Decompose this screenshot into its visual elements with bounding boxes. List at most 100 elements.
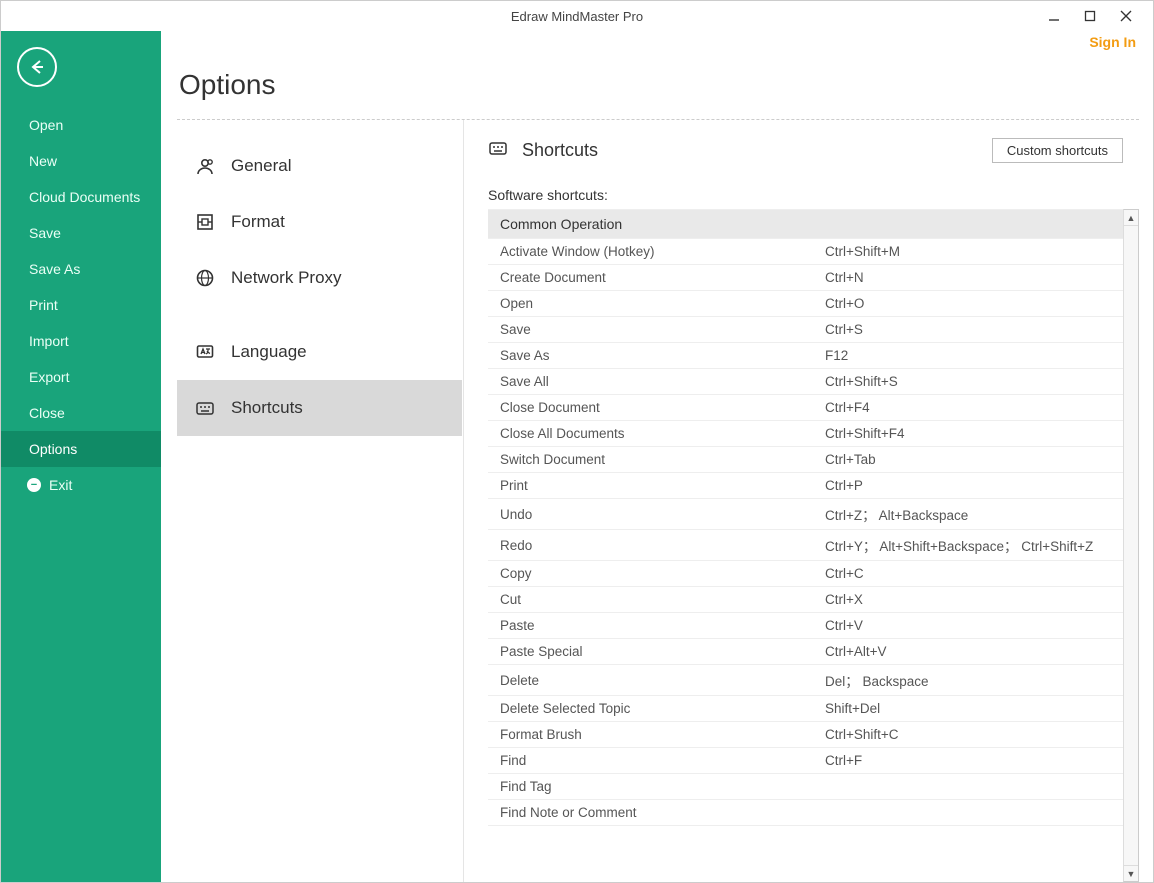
table-row[interactable]: Close DocumentCtrl+F4 <box>488 395 1123 421</box>
scroll-down-icon[interactable]: ▼ <box>1124 865 1138 881</box>
sidebar-item-import[interactable]: Import <box>1 323 161 359</box>
shortcut-keys: Ctrl+Shift+S <box>813 369 1123 395</box>
minimize-icon <box>1048 10 1060 22</box>
sidebar-item-print[interactable]: Print <box>1 287 161 323</box>
table-row[interactable]: Find Tag <box>488 774 1123 800</box>
table-row[interactable]: Create DocumentCtrl+N <box>488 265 1123 291</box>
table-row[interactable]: Switch DocumentCtrl+Tab <box>488 447 1123 473</box>
sidebar-item-open[interactable]: Open <box>1 107 161 143</box>
maximize-icon <box>1084 10 1096 22</box>
table-row[interactable]: RedoCtrl+Y； Alt+Shift+Backspace； Ctrl+Sh… <box>488 530 1123 561</box>
back-arrow-icon <box>27 57 47 77</box>
sidebar-item-close[interactable]: Close <box>1 395 161 431</box>
window-title: Edraw MindMaster Pro <box>1 9 1153 24</box>
keyboard-icon <box>488 138 508 163</box>
shortcut-name: Paste <box>488 613 813 639</box>
shortcut-keys: Ctrl+Y； Alt+Shift+Backspace； Ctrl+Shift+… <box>813 530 1123 561</box>
nav-item-network-proxy[interactable]: Network Proxy <box>177 250 462 306</box>
shortcut-keys: Ctrl+F4 <box>813 395 1123 421</box>
table-row[interactable]: Save AsF12 <box>488 343 1123 369</box>
language-icon <box>195 342 215 362</box>
close-icon <box>1120 10 1132 22</box>
table-row[interactable]: UndoCtrl+Z； Alt+Backspace <box>488 499 1123 530</box>
general-icon <box>195 156 215 176</box>
network-proxy-icon <box>195 268 215 288</box>
shortcut-keys: F12 <box>813 343 1123 369</box>
sidebar-item-cloud-documents[interactable]: Cloud Documents <box>1 179 161 215</box>
close-button[interactable] <box>1119 9 1133 23</box>
shortcut-keys: Ctrl+V <box>813 613 1123 639</box>
shortcut-name: Find Tag <box>488 774 813 800</box>
page-title: Options <box>179 69 1139 101</box>
shortcut-name: Save All <box>488 369 813 395</box>
sidebar-item-exit[interactable]: − Exit <box>1 467 161 503</box>
nav-item-label: Format <box>231 212 285 232</box>
shortcut-name: Close Document <box>488 395 813 421</box>
shortcut-keys: Ctrl+Alt+V <box>813 639 1123 665</box>
table-row[interactable]: PrintCtrl+P <box>488 473 1123 499</box>
shortcut-name: Copy <box>488 561 813 587</box>
table-row[interactable]: FindCtrl+F <box>488 748 1123 774</box>
shortcut-keys: Shift+Del <box>813 696 1123 722</box>
nav-item-label: Language <box>231 342 307 362</box>
shortcut-keys: Ctrl+Z； Alt+Backspace <box>813 499 1123 530</box>
scroll-up-icon[interactable]: ▲ <box>1124 210 1138 226</box>
nav-item-language[interactable]: Language <box>177 324 462 380</box>
table-row[interactable]: SaveCtrl+S <box>488 317 1123 343</box>
shortcut-name: Switch Document <box>488 447 813 473</box>
sidebar-item-options[interactable]: Options <box>1 431 161 467</box>
shortcut-keys: Ctrl+Shift+C <box>813 722 1123 748</box>
table-row[interactable]: DeleteDel； Backspace <box>488 665 1123 696</box>
table-row[interactable]: Find Note or Comment <box>488 800 1123 826</box>
nav-item-general[interactable]: General <box>177 138 462 194</box>
sidebar-item-save[interactable]: Save <box>1 215 161 251</box>
table-row[interactable]: Save AllCtrl+Shift+S <box>488 369 1123 395</box>
window-controls <box>1047 9 1133 23</box>
shortcut-keys: Ctrl+Shift+F4 <box>813 421 1123 447</box>
titlebar: Edraw MindMaster Pro <box>1 1 1153 31</box>
exit-icon: − <box>27 478 41 492</box>
shortcut-keys: Ctrl+C <box>813 561 1123 587</box>
shortcut-name: Activate Window (Hotkey) <box>488 239 813 265</box>
minimize-button[interactable] <box>1047 9 1061 23</box>
table-row[interactable]: CutCtrl+X <box>488 587 1123 613</box>
sidebar: OpenNewCloud DocumentsSaveSave AsPrintIm… <box>1 31 161 882</box>
shortcut-keys: Ctrl+F <box>813 748 1123 774</box>
table-row[interactable]: OpenCtrl+O <box>488 291 1123 317</box>
maximize-button[interactable] <box>1083 9 1097 23</box>
sidebar-exit-label: Exit <box>49 477 72 493</box>
group-header-label: Common Operation <box>488 210 1123 239</box>
custom-shortcuts-button[interactable]: Custom shortcuts <box>992 138 1123 163</box>
table-group-header: Common Operation <box>488 210 1123 239</box>
table-row[interactable]: CopyCtrl+C <box>488 561 1123 587</box>
back-button[interactable] <box>17 47 57 87</box>
shortcuts-table-scroll[interactable]: Common Operation Activate Window (Hotkey… <box>488 209 1123 882</box>
table-row[interactable]: PasteCtrl+V <box>488 613 1123 639</box>
shortcut-name: Save <box>488 317 813 343</box>
vertical-scrollbar[interactable]: ▲ ▼ <box>1123 209 1139 882</box>
shortcuts-table: Common Operation Activate Window (Hotkey… <box>488 210 1123 826</box>
nav-item-label: Network Proxy <box>231 268 342 288</box>
shortcut-name: Paste Special <box>488 639 813 665</box>
shortcut-keys <box>813 774 1123 800</box>
shortcut-name: Print <box>488 473 813 499</box>
nav-item-format[interactable]: Format <box>177 194 462 250</box>
shortcut-keys: Ctrl+O <box>813 291 1123 317</box>
shortcut-name: Undo <box>488 499 813 530</box>
table-row[interactable]: Activate Window (Hotkey)Ctrl+Shift+M <box>488 239 1123 265</box>
shortcut-keys: Ctrl+S <box>813 317 1123 343</box>
table-row[interactable]: Close All DocumentsCtrl+Shift+F4 <box>488 421 1123 447</box>
nav-item-shortcuts[interactable]: Shortcuts <box>177 380 462 436</box>
sidebar-item-new[interactable]: New <box>1 143 161 179</box>
shortcut-name: Open <box>488 291 813 317</box>
shortcut-keys: Ctrl+X <box>813 587 1123 613</box>
table-row[interactable]: Format BrushCtrl+Shift+C <box>488 722 1123 748</box>
table-row[interactable]: Delete Selected TopicShift+Del <box>488 696 1123 722</box>
sidebar-item-export[interactable]: Export <box>1 359 161 395</box>
detail-title-label: Shortcuts <box>522 140 598 161</box>
settings-nav: General Format Network Proxy Language Shortc… <box>177 120 463 882</box>
sidebar-item-save-as[interactable]: Save As <box>1 251 161 287</box>
shortcut-name: Find <box>488 748 813 774</box>
table-row[interactable]: Paste SpecialCtrl+Alt+V <box>488 639 1123 665</box>
shortcut-name: Create Document <box>488 265 813 291</box>
